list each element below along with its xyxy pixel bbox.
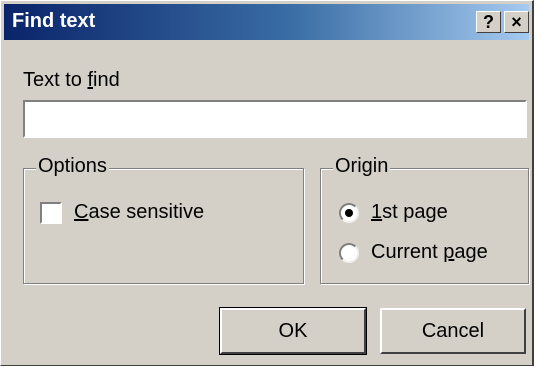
close-button[interactable]: × xyxy=(504,11,529,33)
help-button[interactable]: ? xyxy=(476,11,501,33)
current-page-label[interactable]: Current page xyxy=(371,241,488,264)
current-page-radio[interactable] xyxy=(339,243,359,263)
cancel-button[interactable]: Cancel xyxy=(380,308,526,354)
case-sensitive-label[interactable]: Case sensitive xyxy=(74,201,204,224)
origin-legend: Origin xyxy=(333,155,391,178)
title-bar[interactable]: Find text ? × xyxy=(4,4,529,40)
options-group: Options Case sensitive xyxy=(23,155,304,284)
ok-button[interactable]: OK xyxy=(219,307,367,355)
text-to-find-input[interactable] xyxy=(23,100,527,138)
text-to-find-label: Text to find xyxy=(23,69,120,91)
first-page-radio[interactable] xyxy=(339,203,359,223)
first-page-label[interactable]: 1st page xyxy=(371,201,448,224)
find-text-dialog: Find text ? × Text to find Options Case … xyxy=(0,0,534,366)
case-sensitive-checkbox[interactable] xyxy=(40,202,62,224)
options-legend: Options xyxy=(36,155,109,178)
origin-group: Origin 1st page Current page xyxy=(320,155,529,284)
radio-selected-dot xyxy=(345,209,353,217)
dialog-title: Find text xyxy=(12,10,96,32)
